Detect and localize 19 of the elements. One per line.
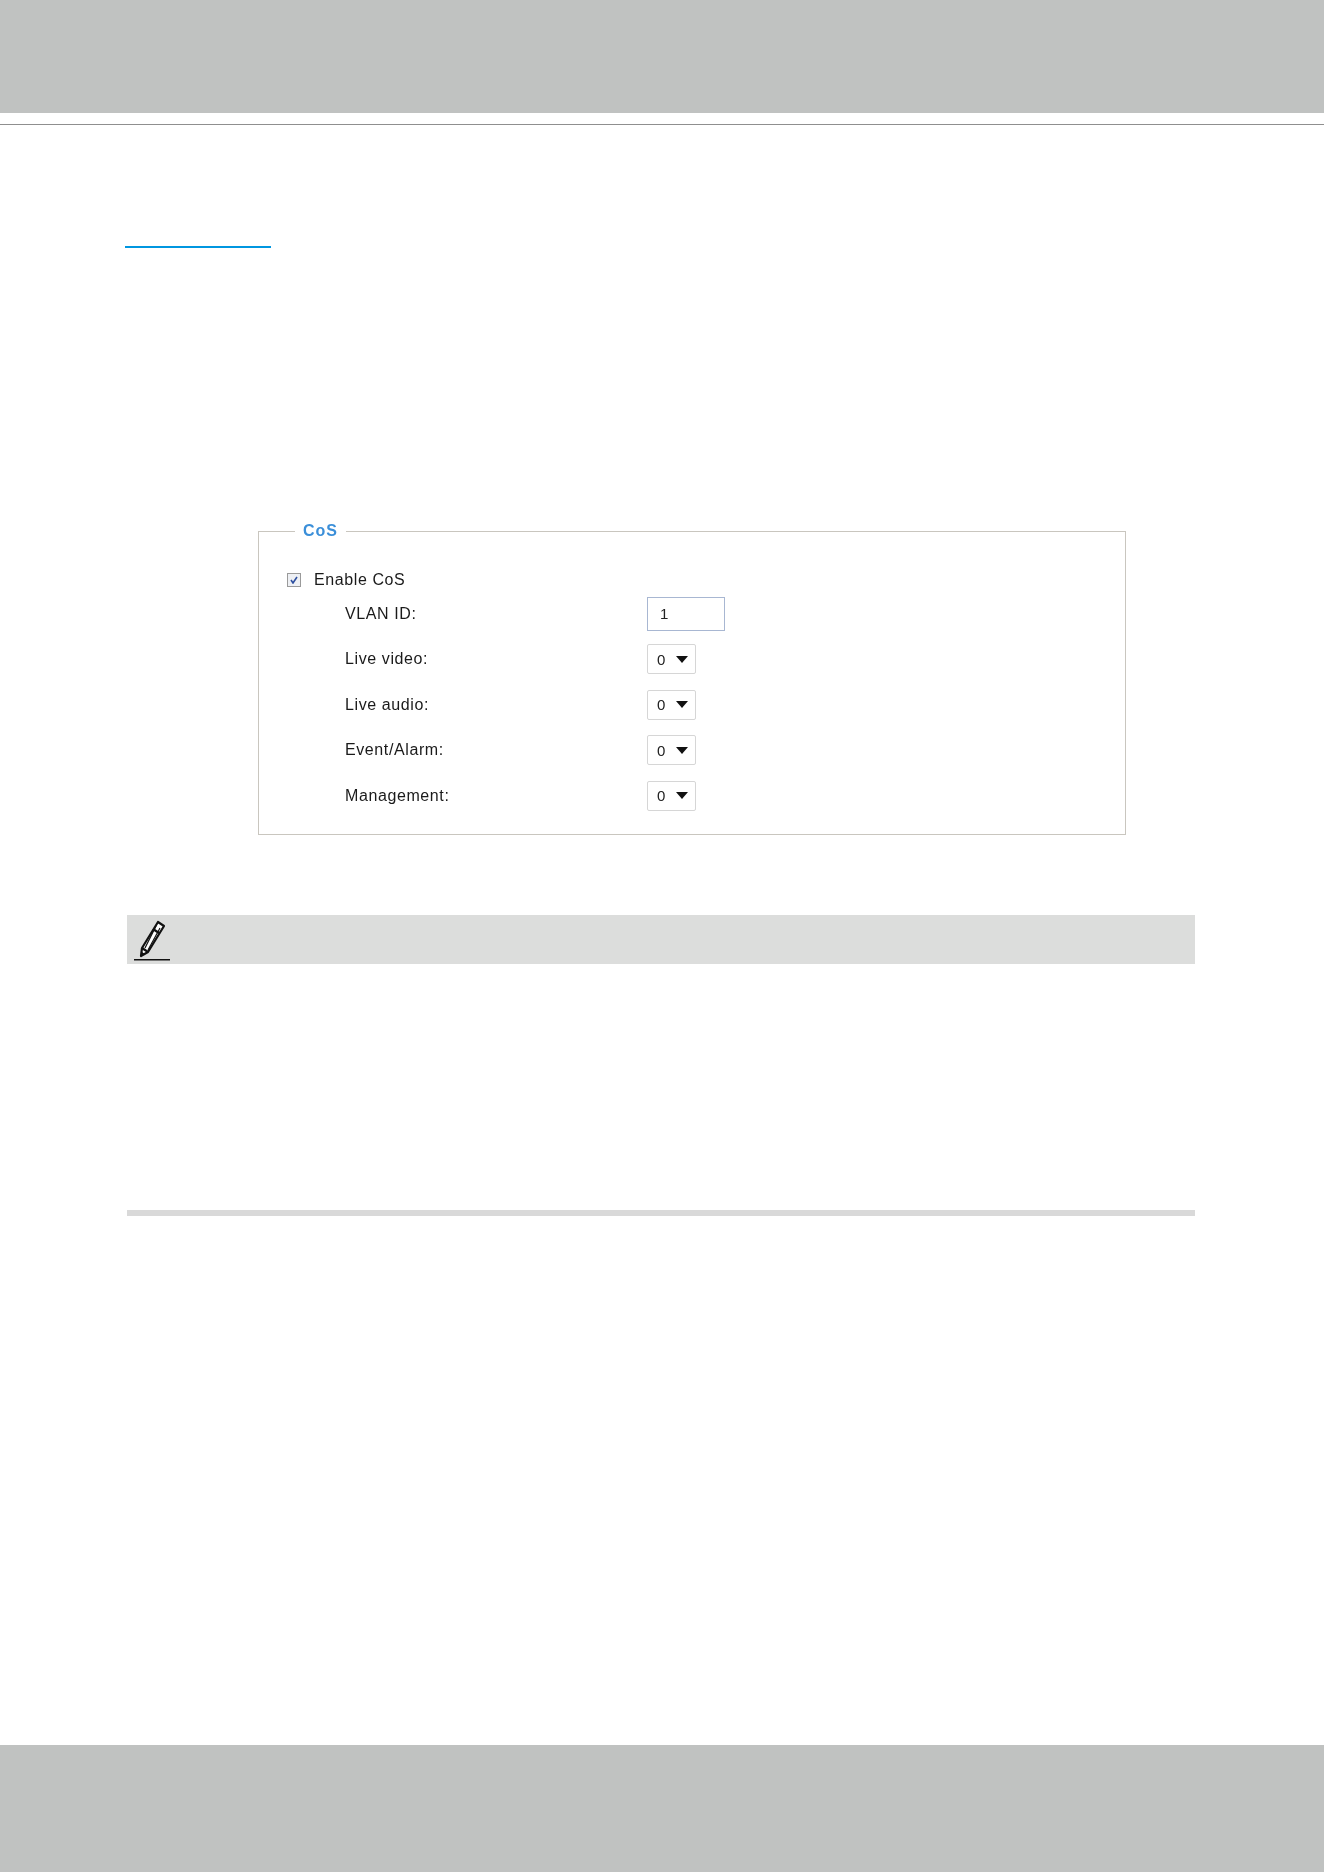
enable-checkbox[interactable] [287,573,301,587]
group-legend: CoS [295,522,346,540]
caret-icon [676,746,688,754]
field-label: Live audio: [345,695,430,714]
pencil-icon [132,918,172,961]
dropdown-select[interactable]: 0 [647,735,696,766]
dropdown-select[interactable]: 0 [647,644,696,675]
caret-icon [676,655,688,663]
caret-icon [676,792,688,800]
check-icon [290,576,298,584]
field-label: Live video: [345,650,430,669]
field-label: Event/Alarm: [345,741,445,760]
dropdown-select[interactable]: 0 [647,689,696,720]
field-label: Management: [345,786,451,805]
field-label: VLAN ID: [345,604,418,623]
dropdown-select[interactable]: 0 [647,780,696,811]
input-field[interactable]: 1 [647,596,725,631]
caret-icon [676,701,688,709]
checkbox-label: Enable CoS [314,571,406,589]
